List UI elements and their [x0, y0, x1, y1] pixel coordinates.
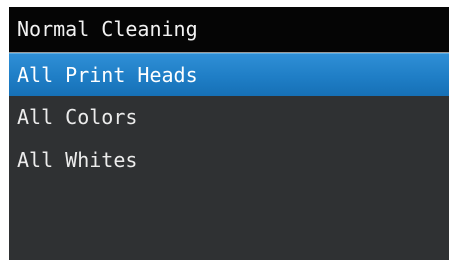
cleaning-menu: All Print Heads All Colors All Whites [9, 53, 449, 182]
menu-item-all-whites[interactable]: All Whites [9, 139, 449, 182]
menu-item-label: All Colors [17, 105, 138, 129]
menu-item-label: All Print Heads [17, 63, 198, 87]
title-bar: Normal Cleaning [9, 7, 449, 53]
menu-item-all-print-heads[interactable]: All Print Heads [9, 53, 449, 96]
printer-lcd-screen: Normal Cleaning All Print Heads All Colo… [9, 7, 449, 260]
menu-item-label: All Whites [17, 148, 138, 172]
menu-item-all-colors[interactable]: All Colors [9, 96, 449, 139]
screen-title: Normal Cleaning [17, 17, 198, 41]
